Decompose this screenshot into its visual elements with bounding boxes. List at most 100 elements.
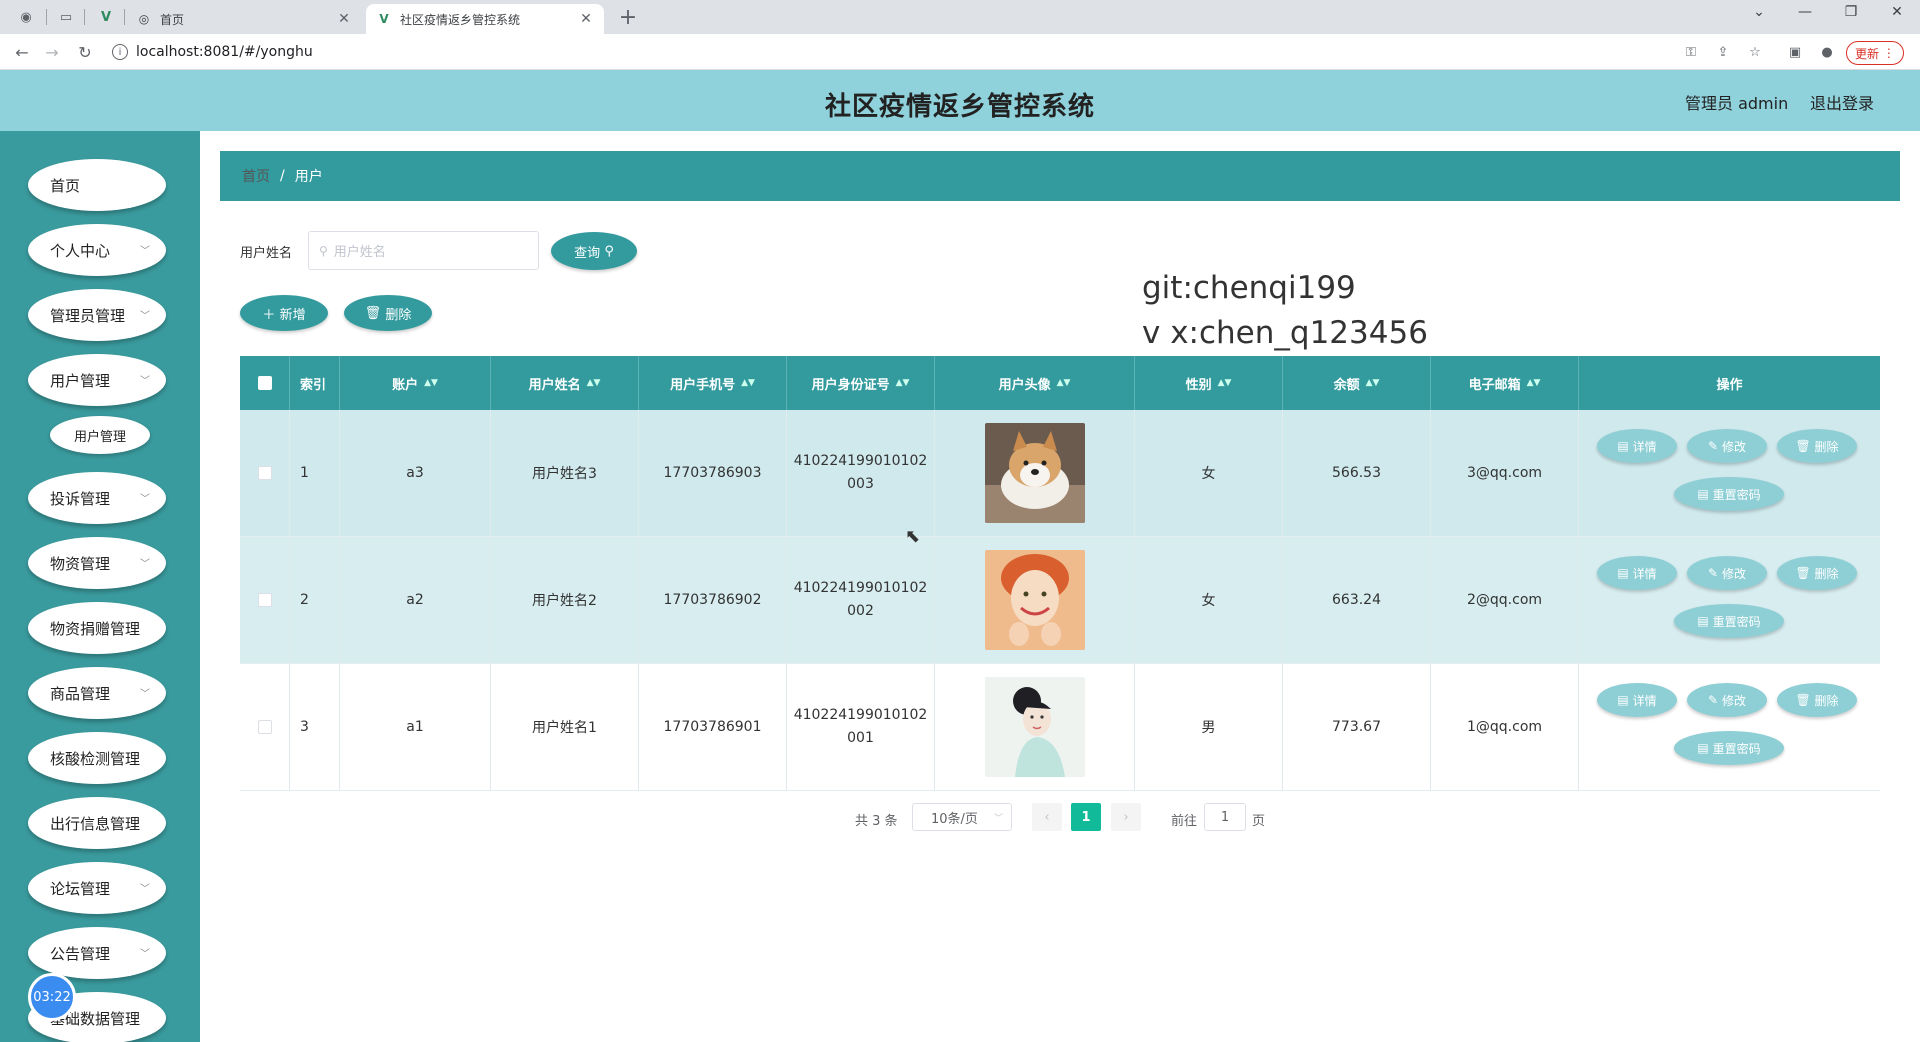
select-all-cell[interactable] — [240, 356, 290, 410]
add-button[interactable]: ＋ 新增 — [240, 295, 328, 331]
sort-icon[interactable]: ▲▼ — [1218, 378, 1232, 388]
sidebar-item-home[interactable]: 首页 — [28, 159, 166, 211]
sidebar-item-goods-mgmt[interactable]: 商品管理 ﹀ — [28, 667, 166, 719]
goto-page-input[interactable]: 1 — [1204, 803, 1246, 831]
sidebar-item-travel-info-mgmt[interactable]: 出行信息管理 — [28, 797, 166, 849]
col-id-number[interactable]: 用户身份证号 ▲▼ — [787, 356, 935, 410]
doc-icon: ▤ — [1697, 614, 1709, 628]
avatar[interactable] — [984, 550, 1085, 650]
sort-icon[interactable]: ▲▼ — [1366, 378, 1380, 388]
logout-link[interactable]: 退出登录 — [1810, 90, 1874, 114]
sidebar-item-donation-mgmt[interactable]: 物资捐赠管理 — [28, 602, 166, 654]
tab-system[interactable]: V 社区疫情返乡管控系统 ✕ — [366, 4, 604, 34]
edit-button[interactable]: ✎ 修改 — [1687, 556, 1767, 590]
sidebar-item-notice-mgmt[interactable]: 公告管理 ﹀ — [28, 927, 166, 979]
table-row[interactable]: 2 a2 用户姓名2 17703786902 410224199010102 00… — [240, 537, 1880, 664]
goto-label: 前往 — [1171, 814, 1198, 829]
sidebar-item-nucleic-test-mgmt[interactable]: 核酸检测管理 — [28, 732, 166, 784]
edit-button[interactable]: ✎ 修改 — [1687, 683, 1767, 717]
select-all-checkbox[interactable] — [257, 376, 272, 390]
reload-icon[interactable]: ↻ — [73, 40, 97, 64]
search-input[interactable]: ⚲ 用户姓名 — [308, 231, 539, 270]
row-select-cell[interactable] — [240, 537, 290, 663]
tab-home[interactable]: ◎ 首页 ✕ — [126, 4, 362, 34]
row-delete-button[interactable]: 🗑 删除 — [1777, 556, 1857, 590]
row-delete-button[interactable]: 🗑 删除 — [1777, 683, 1857, 717]
key-icon[interactable]: ⚿ — [1680, 41, 1702, 63]
sidebar-item-label: 出行信息管理 — [50, 814, 141, 833]
new-tab-icon[interactable]: + — [616, 5, 640, 30]
sort-icon[interactable]: ▲▼ — [896, 378, 910, 388]
sort-icon[interactable]: ▲▼ — [1057, 378, 1071, 388]
cell-balance: 773.67 — [1283, 664, 1431, 790]
url-field[interactable]: i localhost:8081/#/yonghu — [112, 40, 313, 64]
sidebar-item-complaint-mgmt[interactable]: 投诉管理 ﹀ — [28, 472, 166, 524]
restore-icon[interactable]: ❐ — [1836, 4, 1866, 20]
col-label: 性别 — [1185, 377, 1212, 393]
query-button[interactable]: 查询 ⚲ — [551, 232, 637, 270]
chevron-down-icon: ﹀ — [140, 494, 150, 505]
next-page-button[interactable]: › — [1111, 803, 1141, 831]
row-select-cell[interactable] — [240, 664, 290, 790]
row-checkbox[interactable] — [257, 593, 272, 607]
page-size-select[interactable]: 10条/页 ﹀ — [912, 803, 1012, 831]
tab-search-icon[interactable]: ⌄ — [1744, 4, 1774, 20]
sidebar-item-user-mgmt[interactable]: 用户管理 ﹀ — [28, 354, 166, 406]
info-icon[interactable]: i — [112, 44, 128, 60]
sort-icon[interactable]: ▲▼ — [741, 378, 755, 388]
detail-button[interactable]: ▤ 详情 — [1597, 556, 1677, 590]
sidebar-subitem-user-mgmt[interactable]: 用户管理 — [50, 416, 150, 454]
profile-icon[interactable]: ● — [1816, 41, 1838, 63]
sidebar-item-label: 商品管理 — [50, 684, 111, 703]
col-label: 用户头像 — [998, 377, 1051, 393]
detail-button[interactable]: ▤ 详情 — [1597, 429, 1677, 463]
minimize-icon[interactable]: — — [1790, 4, 1820, 20]
sidepanel-icon[interactable]: ▣ — [1784, 41, 1806, 63]
prev-page-button[interactable]: ‹ — [1032, 803, 1062, 831]
vue-icon[interactable]: V — [96, 7, 116, 27]
col-gender[interactable]: 性别 ▲▼ — [1135, 356, 1283, 410]
page-number-current[interactable]: 1 — [1071, 803, 1101, 831]
sort-icon[interactable]: ▲▼ — [587, 378, 601, 388]
close-icon[interactable]: ✕ — [578, 11, 594, 27]
col-balance[interactable]: 余额 ▲▼ — [1283, 356, 1431, 410]
update-button[interactable]: 更新 ⋮ — [1846, 41, 1904, 65]
col-account[interactable]: 账户 ▲▼ — [340, 356, 491, 410]
sidebar-item-supplies-mgmt[interactable]: 物资管理 ﹀ — [28, 537, 166, 589]
back-icon[interactable]: ← — [10, 40, 34, 64]
col-phone[interactable]: 用户手机号 ▲▼ — [639, 356, 787, 410]
avatar[interactable] — [984, 677, 1085, 777]
col-avatar[interactable]: 用户头像 ▲▼ — [935, 356, 1135, 410]
sidebar-item-personal-center[interactable]: 个人中心 ﹀ — [28, 224, 166, 276]
row-delete-button[interactable]: 🗑 删除 — [1777, 429, 1857, 463]
detail-button[interactable]: ▤ 详情 — [1597, 683, 1677, 717]
col-email[interactable]: 电子邮箱 ▲▼ — [1431, 356, 1579, 410]
folder-icon[interactable]: ▭ — [56, 7, 76, 27]
row-select-cell[interactable] — [240, 410, 290, 536]
share-icon[interactable]: ⇪ — [1712, 41, 1734, 63]
sidebar-item-forum-mgmt[interactable]: 论坛管理 ﹀ — [28, 862, 166, 914]
breadcrumb-home[interactable]: 首页 — [242, 166, 270, 186]
sort-icon[interactable]: ▲▼ — [424, 378, 438, 388]
edit-button[interactable]: ✎ 修改 — [1687, 429, 1767, 463]
sort-icon[interactable]: ▲▼ — [1527, 378, 1541, 388]
table-row[interactable]: 1 a3 用户姓名3 17703786903 410224199010102 00… — [240, 410, 1880, 537]
reset-label: 重置密码 — [1712, 741, 1761, 756]
chevron-down-icon: ﹀ — [993, 813, 1003, 824]
row-checkbox[interactable] — [257, 720, 272, 734]
forward-icon[interactable]: → — [40, 40, 64, 64]
reset-password-button[interactable]: ▤ 重置密码 — [1674, 604, 1784, 638]
browser-tab-bar: ◉ ▭ V ◎ 首页 ✕ V 社区疫情返乡管控系统 ✕ + ⌄ — ❐ ✕ — [0, 0, 1920, 34]
close-icon[interactable]: ✕ — [336, 11, 352, 27]
browser-app-icon[interactable]: ◉ — [16, 7, 36, 27]
row-checkbox[interactable] — [257, 466, 272, 480]
col-name[interactable]: 用户姓名 ▲▼ — [491, 356, 639, 410]
delete-button[interactable]: 🗑 删除 — [344, 295, 432, 331]
reset-password-button[interactable]: ▤ 重置密码 — [1674, 477, 1784, 511]
sidebar-item-admin-mgmt[interactable]: 管理员管理 ﹀ — [28, 289, 166, 341]
reset-password-button[interactable]: ▤ 重置密码 — [1674, 731, 1784, 765]
table-row[interactable]: 3 a1 用户姓名1 17703786901 410224199010102 00… — [240, 664, 1880, 791]
avatar[interactable] — [984, 423, 1085, 523]
window-close-icon[interactable]: ✕ — [1882, 4, 1912, 20]
star-icon[interactable]: ☆ — [1744, 41, 1766, 63]
